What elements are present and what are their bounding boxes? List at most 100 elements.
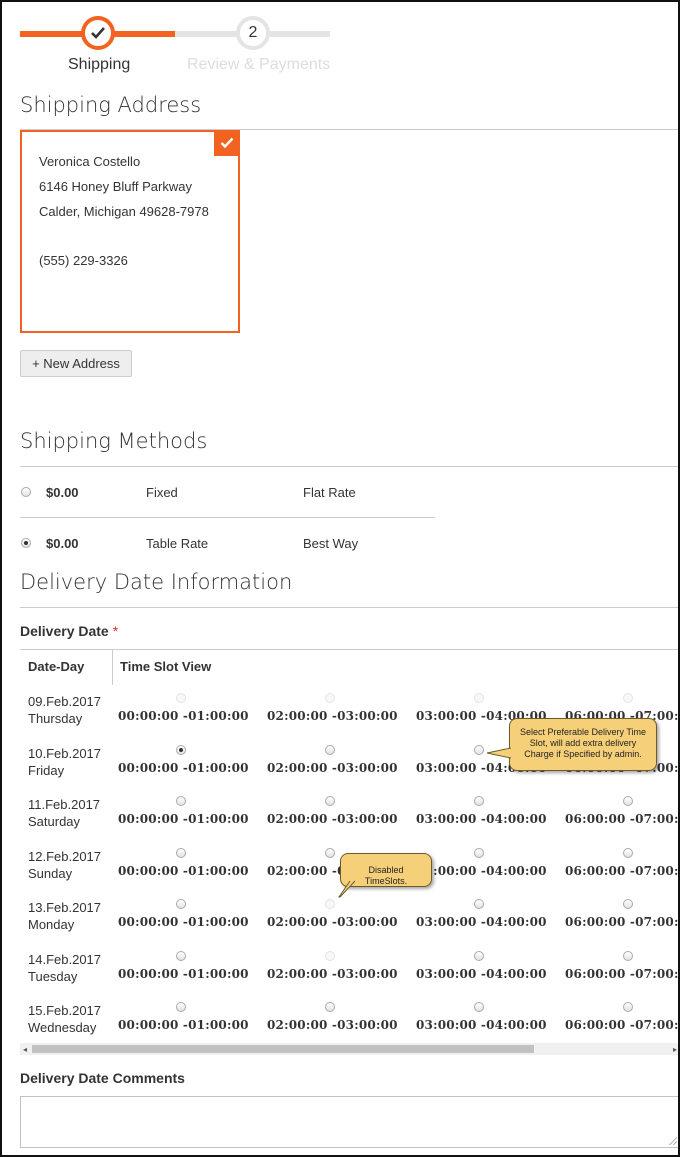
time-slot-option[interactable]: 02:00:00 -03:00:00 [267,796,415,836]
time-slot-radio[interactable] [176,847,186,858]
time-slot-option[interactable]: 02:00:00 -03:00:00 [267,744,415,785]
method-name: Table Rate [146,536,209,551]
time-slot-radio [474,693,484,703]
row-date-day: 11.Feb.2017 Saturday [28,796,100,830]
time-slot-option[interactable]: 06:00:00 -07:00:00 [565,796,679,836]
time-slot-option: 02:00:00 -03:00:00 [267,899,415,939]
time-slot-label: 00:00:00 -01:00:00 [118,812,249,826]
time-slot-option[interactable]: 00:00:00 -01:00:00 [118,744,266,785]
row-date-day: 14.Feb.2017 Tuesday [28,951,101,985]
time-slot-option[interactable]: 02:00:00 -03:00:00 [267,1002,415,1042]
time-slot-option[interactable]: 03:00:00 -04:00:00 [416,899,564,939]
time-slot-label: 02:00:00 -03:00:00 [267,709,398,723]
time-slot-radio[interactable] [474,744,484,755]
scroll-left-icon[interactable]: ◂ [20,1043,30,1055]
time-slot-radio[interactable] [325,847,335,858]
time-slot-option[interactable]: 06:00:00 -07:00:00 [565,1002,678,1042]
time-slot-option[interactable]: 03:00:00 -04:00:00 [416,950,564,991]
time-slot-radio[interactable] [176,744,186,755]
row-date-day: 13.Feb.2017 Monday [28,899,101,933]
delivery-comments-textarea[interactable] [20,1096,678,1148]
resize-grip-icon[interactable] [669,1137,677,1145]
time-slot-label: 00:00:00 -01:00:00 [118,915,249,929]
time-slot-label: 00:00:00 -01:00:00 [118,760,249,775]
time-slot-radio[interactable] [474,847,484,858]
time-slot-option[interactable]: 06:00:00 -07:00:00 [565,899,678,939]
selected-address-card[interactable]: Veronica Costello 6146 Honey Bluff Parkw… [20,130,240,333]
row-day: Wednesday [28,1020,97,1035]
row-date: 12.Feb.2017 [28,848,102,864]
time-slot-label: 02:00:00 -03:00:00 [267,812,398,826]
scroll-right-icon[interactable]: ▸ [670,1043,678,1055]
time-slot-option[interactable]: 03:00:00 -04:00:00 [416,1002,564,1042]
delivery-date-label-text: Delivery Date [20,623,109,639]
header-date-day: Date-Day [28,659,85,674]
divider [20,607,678,608]
time-slot-option[interactable]: 06:00:00 -07:00:00 [565,950,678,991]
time-slot-radio[interactable] [474,796,484,806]
header-time-slot: Time Slot View [120,659,212,674]
time-slot-radio [325,693,335,703]
time-slot-label: 03:00:00 -04:00:00 [416,812,547,826]
time-slot-label: 00:00:00 -01:00:00 [118,709,249,723]
shipping-methods-title: Shipping Methods [20,429,208,453]
step-shipping-label[interactable]: Shipping [68,56,130,74]
row-day: Friday [28,762,65,778]
tooltip-pointer-icon [338,880,356,898]
selected-check-icon [214,130,240,156]
time-slot-radio[interactable] [623,899,633,909]
time-slot-radio[interactable] [474,1002,484,1012]
row-date: 14.Feb.2017 [28,951,102,967]
time-slot-option[interactable]: 00:00:00 -01:00:00 [118,899,266,939]
method-name: Fixed [146,485,178,500]
time-slot-radio[interactable] [623,847,633,858]
row-day: Saturday [28,814,81,829]
checkout-progress: 2 Shipping Review & Payments [20,16,340,76]
time-slot-label: 02:00:00 -03:00:00 [267,966,398,981]
address-city: Calder, Michigan 49628-7978 [39,204,209,219]
time-slot-radio[interactable] [176,1002,186,1012]
time-slot-option[interactable]: 06:00:00 -07:00:00 [565,847,679,888]
row-date: 15.Feb.2017 [28,1003,102,1018]
time-slot-radio[interactable] [325,1002,335,1012]
row-date-day: 12.Feb.2017 Sunday [28,848,101,882]
time-slot-label: 00:00:00 -01:00:00 [118,1018,249,1032]
time-slot-option[interactable]: 00:00:00 -01:00:00 [118,796,266,836]
time-slot-label: 00:00:00 -01:00:00 [118,863,249,878]
table-horizontal-scrollbar[interactable]: ◂ ▸ [20,1043,678,1055]
time-slot-label: 02:00:00 -03:00:00 [267,1018,398,1032]
shipping-method-radio[interactable] [21,538,31,548]
time-slot-radio [176,693,186,703]
scrollbar-thumb[interactable] [32,1045,534,1053]
time-slot-radio[interactable] [325,796,335,806]
timeslot-row: 14.Feb.2017 Tuesday 00:00:00 -01:00:00 02:0… [20,950,678,1001]
time-slot-option[interactable]: 03:00:00 -04:00:00 [416,847,564,888]
time-slot-radio[interactable] [176,899,186,909]
time-slot-label: 03:00:00 -04:00:00 [416,915,547,929]
time-slot-label: 06:00:00 -07:00:00 [565,812,679,826]
time-slot-radio [623,693,633,703]
delivery-date-label: Delivery Date * [20,623,118,639]
address-name: Veronica Costello [39,154,141,169]
time-slot-radio[interactable] [474,899,484,909]
time-slot-radio[interactable] [176,950,186,961]
time-slot-option[interactable]: 00:00:00 -01:00:00 [118,1002,266,1042]
time-slot-label: 06:00:00 -07:00:00 [565,863,679,878]
time-slot-radio[interactable] [623,1002,633,1012]
required-mark: * [112,623,119,639]
time-slot-radio[interactable] [325,744,335,755]
time-slot-label: 03:00:00 -04:00:00 [416,863,547,878]
row-date: 09.Feb.2017 [28,694,102,709]
time-slot-radio[interactable] [623,950,633,961]
time-slot-radio[interactable] [176,796,186,806]
divider [20,517,435,518]
header-divider [112,649,113,685]
time-slot-radio[interactable] [474,950,484,961]
new-address-button[interactable]: + New Address [20,350,132,377]
time-slot-option[interactable]: 00:00:00 -01:00:00 [118,950,266,991]
time-slot-radio[interactable] [623,796,633,806]
time-slot-option[interactable]: 00:00:00 -01:00:00 [118,847,266,888]
step-shipping-check-icon[interactable] [81,16,115,50]
time-slot-option[interactable]: 03:00:00 -04:00:00 [416,796,564,836]
shipping-method-radio[interactable] [21,487,31,497]
